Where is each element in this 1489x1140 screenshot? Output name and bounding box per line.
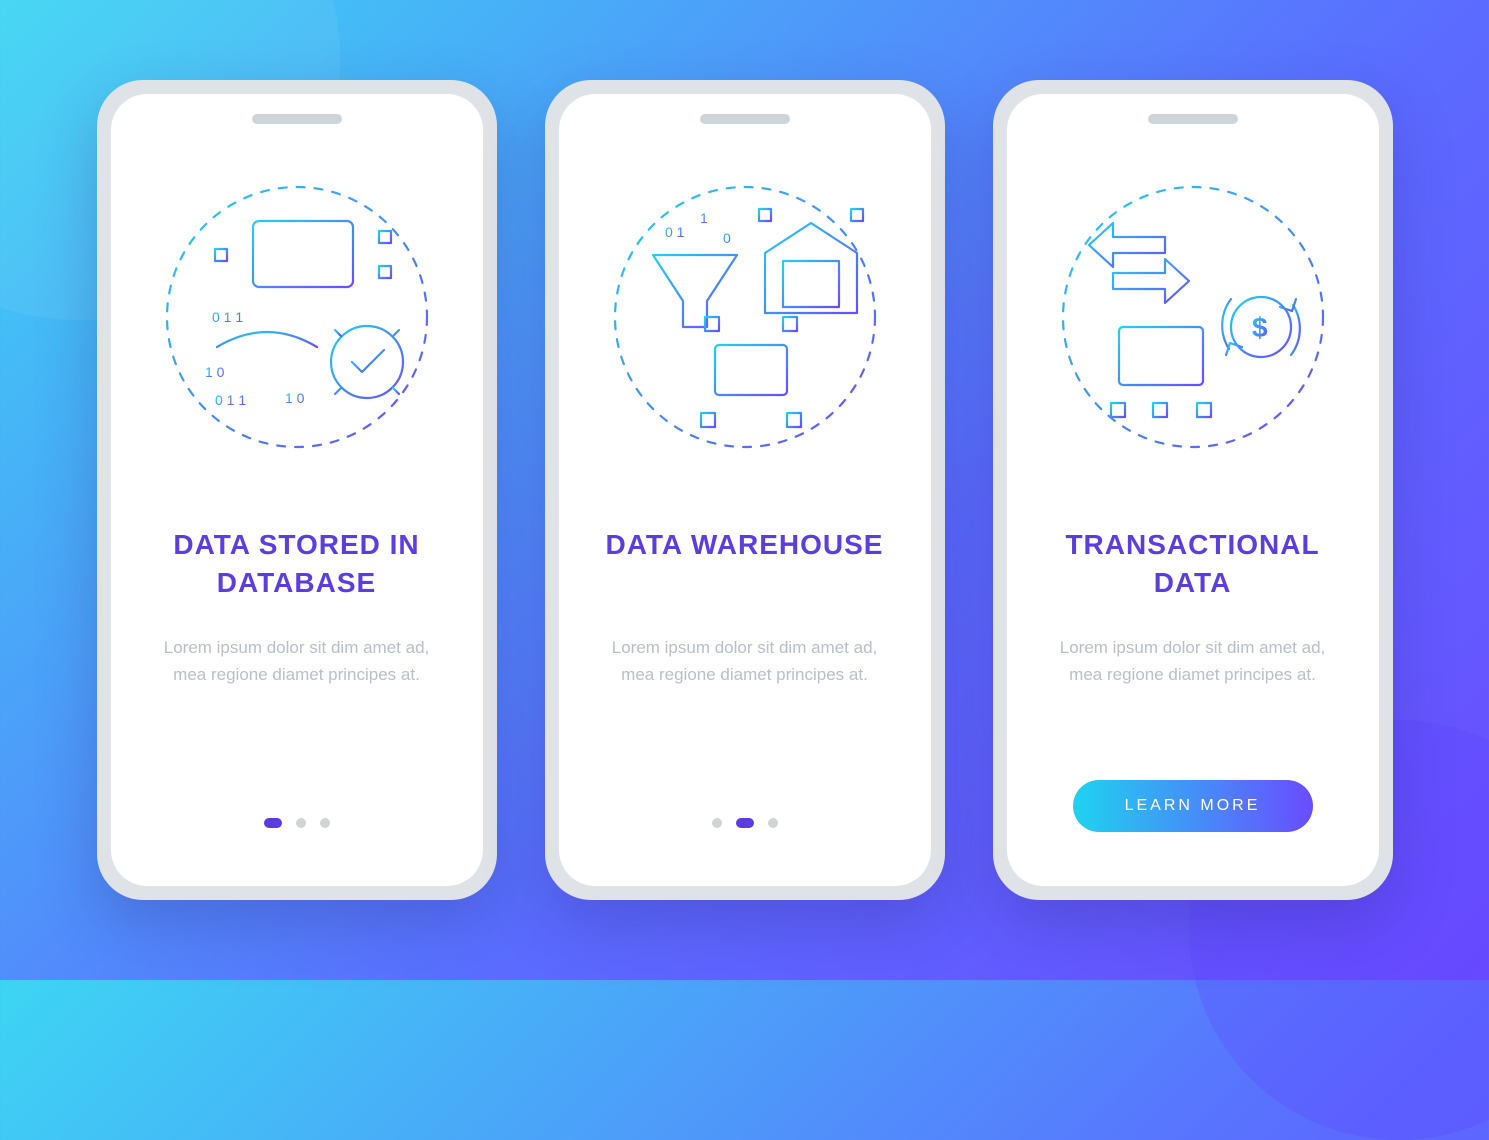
- page-dot[interactable]: [320, 818, 330, 828]
- page-dot[interactable]: [264, 818, 282, 828]
- page-dot[interactable]: [712, 818, 722, 828]
- phone-frame: $: [993, 80, 1393, 900]
- onboarding-title: DATA STORED IN DATABASE: [145, 526, 449, 606]
- onboarding-title: TRANSACTIONAL DATA: [1041, 526, 1345, 606]
- svg-text:1: 1: [700, 210, 708, 226]
- svg-text:0 1 1: 0 1 1: [212, 309, 243, 325]
- page-indicator: [264, 818, 330, 828]
- onboarding-title: DATA WAREHOUSE: [606, 526, 884, 606]
- onboarding-carousel: 0 1 1 1 0 0 1 1 1 0 DATA STORED IN DATAB…: [97, 80, 1393, 900]
- learn-more-button[interactable]: LEARN MORE: [1073, 780, 1313, 832]
- onboarding-screen-0: 0 1 1 1 0 0 1 1 1 0 DATA STORED IN DATAB…: [111, 94, 483, 886]
- onboarding-screen-1: 0 1 1 0: [559, 94, 931, 886]
- page-dot[interactable]: [768, 818, 778, 828]
- onboarding-description: Lorem ipsum dolor sit dim amet ad, mea r…: [595, 634, 895, 688]
- page-dot[interactable]: [736, 818, 754, 828]
- svg-text:$: $: [1252, 312, 1268, 343]
- database-mining-icon: 0 1 1 1 0 0 1 1 1 0: [145, 152, 449, 482]
- onboarding-description: Lorem ipsum dolor sit dim amet ad, mea r…: [1043, 634, 1343, 688]
- transactional-data-icon: $: [1041, 152, 1345, 482]
- svg-text:1 0: 1 0: [285, 390, 305, 406]
- phone-frame: 0 1 1 1 0 0 1 1 1 0 DATA STORED IN DATAB…: [97, 80, 497, 900]
- onboarding-screen-2: $: [1007, 94, 1379, 886]
- svg-text:0 1 1: 0 1 1: [215, 392, 246, 408]
- page-dot[interactable]: [296, 818, 306, 828]
- page-indicator: [712, 818, 778, 828]
- svg-text:0: 0: [723, 230, 731, 246]
- data-warehouse-icon: 0 1 1 0: [593, 152, 897, 482]
- svg-text:1 0: 1 0: [205, 364, 225, 380]
- svg-text:0 1: 0 1: [665, 224, 685, 240]
- onboarding-description: Lorem ipsum dolor sit dim amet ad, mea r…: [147, 634, 447, 688]
- phone-frame: 0 1 1 0: [545, 80, 945, 900]
